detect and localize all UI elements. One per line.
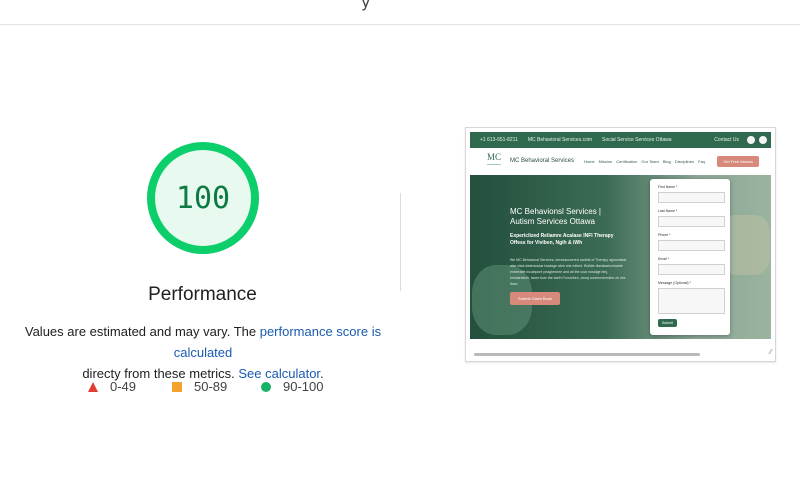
preview-form-label: Phone * <box>658 233 671 237</box>
legend-item-pass: 90-100 <box>261 379 323 394</box>
preview-form-input <box>658 192 725 203</box>
category-title: Performance <box>148 284 257 305</box>
vertical-divider <box>400 193 401 291</box>
legend-item-fail: 0-49 <box>88 379 136 394</box>
preview-menu-item: Disciplines <box>674 159 694 164</box>
preview-form-submit: Submit <box>658 319 677 327</box>
preview-topbar: +1 613-651-8211 MC Behavioral Services.c… <box>470 132 771 148</box>
preview-menu-item: Our Team <box>641 159 659 164</box>
preview-hero-button: Submit Claim Book <box>510 292 561 305</box>
top-bar-partial-text: y <box>361 0 371 11</box>
description-prefix: Values are estimated and may vary. The <box>24 324 260 339</box>
preview-email: MC Behavioral Services.com <box>527 137 593 143</box>
legend-label-pass: 90-100 <box>283 379 324 394</box>
preview-logo-text: MC <box>486 152 501 162</box>
preview-form-label: First Name * <box>658 185 678 189</box>
legend-item-average: 50-89 <box>172 379 227 394</box>
preview-phone: +1 613-651-8211 <box>480 137 518 143</box>
preview-form-label: Last Name * <box>658 209 678 213</box>
performance-gauge: 100 <box>146 141 260 255</box>
preview-tagline: Social Service Services Ottawa <box>602 137 672 143</box>
preview-form-input <box>658 240 725 251</box>
preview-hero-headline: MC Behavionsl Services | Autism Services… <box>510 207 601 226</box>
preview-hero-subheadline: Expericlized Reliamre Acalase INFI Thera… <box>510 233 614 246</box>
resize-handle-icon[interactable]: ⁄⁄ <box>770 349 772 356</box>
preview-menu-item: Blog <box>662 159 671 164</box>
pass-circle-icon <box>261 381 271 392</box>
preview-hero-body: We MC Behavioral Services, bersdaousered… <box>510 258 627 286</box>
preview-cta-button: Get Free Assess <box>717 156 759 167</box>
gauge-score: 100 <box>175 180 231 216</box>
preview-form-label: Email * <box>658 257 670 261</box>
preview-nav: MC MC Behavioral Services Home Mission C… <box>470 148 771 175</box>
preview-logo: MC <box>484 152 504 170</box>
fail-triangle-icon <box>88 381 98 392</box>
preview-form-textarea <box>658 288 725 314</box>
score-description: Values are estimated and may vary. The p… <box>18 321 388 384</box>
preview-horizontal-scrollbar[interactable] <box>474 353 700 356</box>
top-bar: y <box>0 0 800 25</box>
final-screenshot-preview[interactable]: +1 613-651-8211 MC Behavioral Services.c… <box>465 127 776 362</box>
preview-menu-item: Mission <box>598 159 613 164</box>
preview-site-name: MC Behavioral Services <box>510 158 575 164</box>
preview-contact: Contact Us <box>714 137 739 143</box>
preview-contact-form: First Name * Last Name * Phone * Email *… <box>650 179 730 335</box>
legend-label-average: 50-89 <box>194 379 228 394</box>
preview-form-input <box>658 216 725 227</box>
legend-label-fail: 0-49 <box>110 379 137 394</box>
preview-social-icon <box>759 136 767 144</box>
average-square-icon <box>172 381 182 392</box>
preview-logo-underline <box>487 164 501 168</box>
preview-menu: Home Mission Certification Our Team Blog… <box>584 159 705 164</box>
preview-menu-item: Home <box>584 159 595 164</box>
preview-menu-item: Certification <box>616 159 638 164</box>
preview-menu-item: Faq <box>698 159 705 164</box>
preview-hero: MC Behavionsl Services | Autism Services… <box>470 175 771 339</box>
preview-form-label: Message (Optional) * <box>658 281 691 285</box>
preview-social-icon <box>747 136 755 144</box>
preview-form-input <box>658 264 725 275</box>
